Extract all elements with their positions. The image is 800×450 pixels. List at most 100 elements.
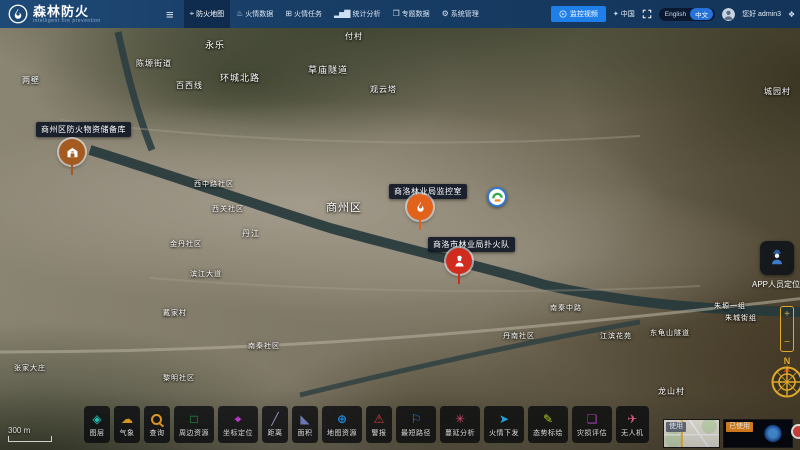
marker-stem [458,273,460,284]
map-scale: 300 m [8,426,52,442]
tool-label-4: 坐标定位 [223,428,253,438]
tool-coordinate[interactable]: ⌖坐标定位 [218,406,258,443]
tool-search[interactable]: 查询 [144,406,170,443]
tool-alert[interactable]: ⚠警报 [366,406,392,443]
place-label-24: 黎明社区 [163,373,195,383]
nearby-icon: □ [190,413,197,427]
tool-drone[interactable]: ✈无人机 [616,406,649,443]
tool-plot[interactable]: ✎态势标绘 [528,406,568,443]
compass-control[interactable]: N [764,355,800,401]
officer-icon [767,248,787,268]
tool-label-1: 气象 [120,428,135,438]
gear-icon: ⚙ [442,10,448,18]
tool-layers[interactable]: ◈图层 [84,406,110,443]
marker-pin-2[interactable] [446,248,472,284]
place-label-21: 龙山村 [658,386,685,397]
zoom-control[interactable]: + − [780,306,794,352]
place-label-4: 环城北路 [220,71,260,84]
zoom-in-button[interactable]: + [784,310,790,320]
app-subtitle: intelligent fire prevention [33,19,101,24]
exit-icon[interactable]: ❖ [788,10,796,19]
place-label-2: 两壁 [22,75,40,86]
place-label-18: 东龟山隧道 [650,328,690,338]
place-label-7: 观云塔 [370,84,397,95]
assess-doc-icon: ❏ [587,413,598,427]
app-personnel-button[interactable] [760,241,794,275]
place-label-5: 百西线 [176,80,203,91]
tool-assess-doc[interactable]: ❏灾损评估 [572,406,612,443]
tool-label-8: 警报 [372,428,387,438]
spread-icon: ✳ [455,413,465,427]
nav-item-label-fire-data: 火情数据 [245,9,273,19]
place-label-13: 金丹社区 [170,239,202,249]
tool-distance[interactable]: ╱距离 [262,406,288,443]
weather-sat-icon: ☁ [121,413,133,427]
forest-fire-app: 森林防火 intelligent fire prevention ≡ ⌖防火地图… [0,0,800,450]
zoom-out-button[interactable]: − [784,338,790,348]
marker-logo-3[interactable] [487,187,507,207]
user-greeting: 您好 admin3 [742,9,781,19]
place-label-23: 南秦社区 [248,341,280,351]
tool-nearby[interactable]: □周边资源 [174,406,214,443]
nav-item-label-topic: 专题数据 [402,9,430,19]
place-label-1: 付村 [345,31,363,42]
place-label-14: 滨江大道 [190,269,222,279]
nav-item-fire-task[interactable]: ⊞火情任务 [279,0,328,28]
basemap-street-thumbnail[interactable]: 使用 [663,419,720,448]
tool-label-7: 地图资源 [327,428,357,438]
place-label-16: 丹南社区 [503,331,535,341]
nav-item-fire-map[interactable]: ⌖防火地图 [184,0,231,28]
hamburger-menu-icon[interactable]: ≡ [166,7,174,22]
nav-item-label-fire-map: 防火地图 [196,9,224,19]
place-label-22: 戴家村 [163,308,187,318]
china-label: 中国 [621,9,635,19]
floating-action-button[interactable] [791,424,800,439]
china-map-icon: ✦ [613,10,619,18]
flame-icon [407,194,433,220]
place-label-11: 商州区 [326,199,362,215]
tool-globe[interactable]: ⊕地图资源 [322,406,362,443]
tool-weather-sat[interactable]: ☁气象 [114,406,140,443]
nav-item-fire-data[interactable]: ♨火情数据 [230,0,279,28]
flame-icon: ♨ [236,10,242,18]
flame-shield-logo-icon [8,4,28,24]
street-map-tag: 使用 [666,422,686,432]
language-toggle[interactable]: English 中文 [659,8,715,21]
marker-pin-0[interactable] [59,139,85,175]
play-circle-icon [559,10,567,18]
fullscreen-icon[interactable] [642,9,652,19]
china-locator[interactable]: ✦ 中国 [613,9,635,19]
marker-label-0[interactable]: 商州区防火物资储备库 [36,122,131,137]
route-icon: ⚐ [411,413,422,427]
area-icon: ◣ [300,413,309,427]
tool-label-14: 无人机 [621,428,644,438]
alert-icon: ⚠ [374,413,385,427]
basemap-earth-thumbnail[interactable]: 已使用 [723,419,793,448]
nav-item-system[interactable]: ⚙系统管理 [436,0,485,28]
bar-chart-icon: ▂▅▇ [334,10,349,18]
layers-icon: ◈ [92,413,101,427]
place-label-19: 朱塬一组 [714,301,746,311]
satellite-map[interactable]: 永乐付村两壁陈塬街道环城北路百西线草庙隧道观云塔城园村西中路社区西关社区商州区丹… [0,28,800,450]
tool-route[interactable]: ⚐最短路径 [396,406,436,443]
marker-stem [71,164,73,175]
tool-area[interactable]: ◣面积 [292,406,318,443]
marker-pin-1[interactable] [407,194,433,230]
nav-item-topic[interactable]: ❐ 专题数据 [386,0,435,28]
nav-item-stats[interactable]: ▂▅▇统计分析 [328,0,386,28]
distance-icon: ╱ [271,413,278,427]
book-icon: ❐ [392,10,398,18]
tool-label-12: 态势标绘 [533,428,563,438]
tool-dispatch[interactable]: ➤火情下发 [484,406,524,443]
navbar-right: 监控视频 ✦ 中国 English 中文 您好 admin3 ❖ [551,6,800,22]
user-avatar[interactable] [722,8,735,21]
warehouse-icon [59,139,85,165]
lang-chinese[interactable]: 中文 [690,8,713,20]
firefighter-icon [446,248,472,274]
place-label-20: 朱城街组 [725,313,757,323]
monitor-video-button[interactable]: 监控视频 [551,6,606,22]
scale-bar [8,436,52,442]
tool-spread[interactable]: ✳蔓延分析 [440,406,480,443]
tool-label-11: 火情下发 [489,428,519,438]
lang-english[interactable]: English [665,11,686,18]
